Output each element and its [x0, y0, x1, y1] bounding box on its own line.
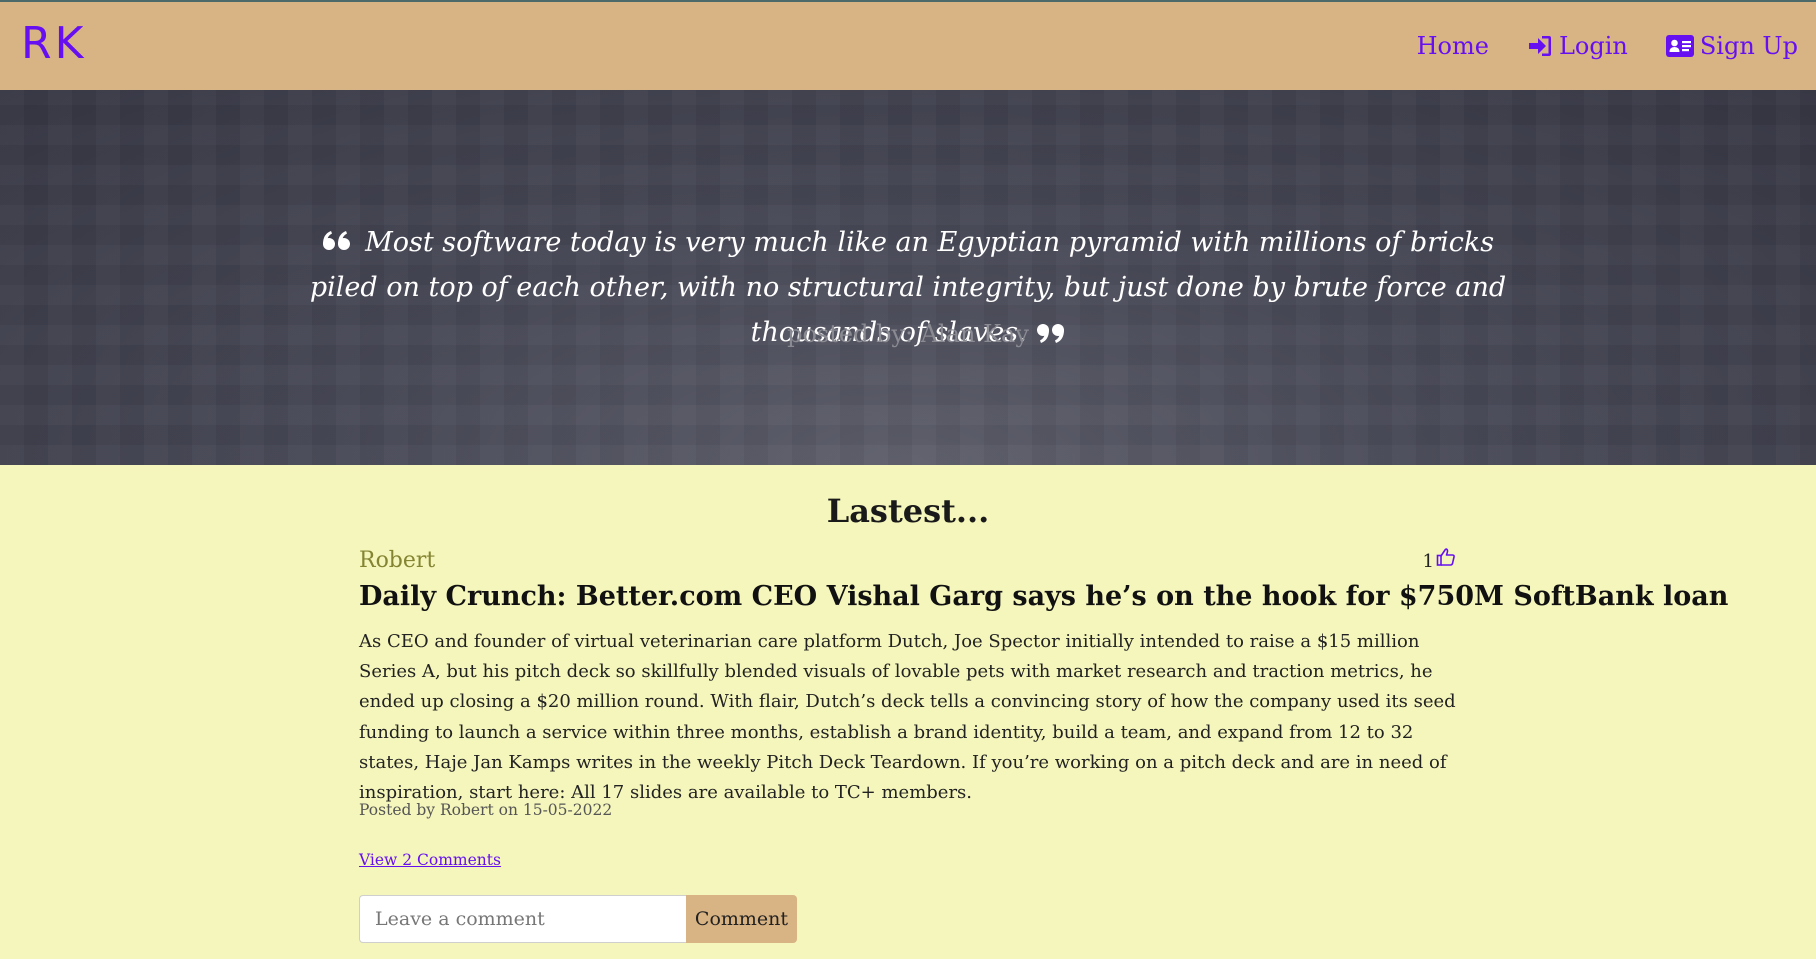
like-button[interactable]: 1 — [1423, 547, 1456, 576]
nav-link-signup[interactable]: Sign Up — [1665, 30, 1798, 62]
nav-link-home-label: Home — [1416, 32, 1489, 60]
quote-left-icon — [322, 217, 365, 262]
nav-link-login[interactable]: Login — [1527, 30, 1628, 62]
view-comments-link[interactable]: View 2 Comments — [359, 848, 501, 872]
nav-link-home[interactable]: Home — [1417, 30, 1489, 62]
thumbs-up-icon — [1436, 547, 1456, 576]
nav-link-login-label: Login — [1558, 32, 1628, 60]
nav-links: Home Login Sign Up — [1417, 30, 1798, 62]
comment-form: Comment — [359, 895, 797, 943]
section-title: Lastest... — [826, 492, 990, 530]
quote-author: posted by: Alan Kay — [787, 320, 1029, 348]
comment-input[interactable] — [359, 895, 686, 943]
post-body: As CEO and founder of virtual veterinari… — [359, 631, 1456, 804]
comment-button[interactable]: Comment — [686, 895, 797, 943]
like-count: 1 — [1422, 550, 1434, 572]
navbar: RK Home Login Sign Up — [0, 0, 1816, 90]
sign-in-icon — [1527, 34, 1553, 58]
nav-link-signup-label: Sign Up — [1699, 32, 1798, 60]
id-card-icon — [1665, 35, 1694, 57]
brand-logo[interactable]: RK — [21, 20, 86, 68]
post-author[interactable]: Robert — [359, 545, 435, 577]
post-title: Daily Crunch: Better.com CEO Vishal Garg… — [359, 581, 1729, 612]
hero-banner: Most software today is very much like an… — [0, 90, 1816, 465]
post-meta: Posted by Robert on 15-05-2022 — [359, 801, 613, 819]
